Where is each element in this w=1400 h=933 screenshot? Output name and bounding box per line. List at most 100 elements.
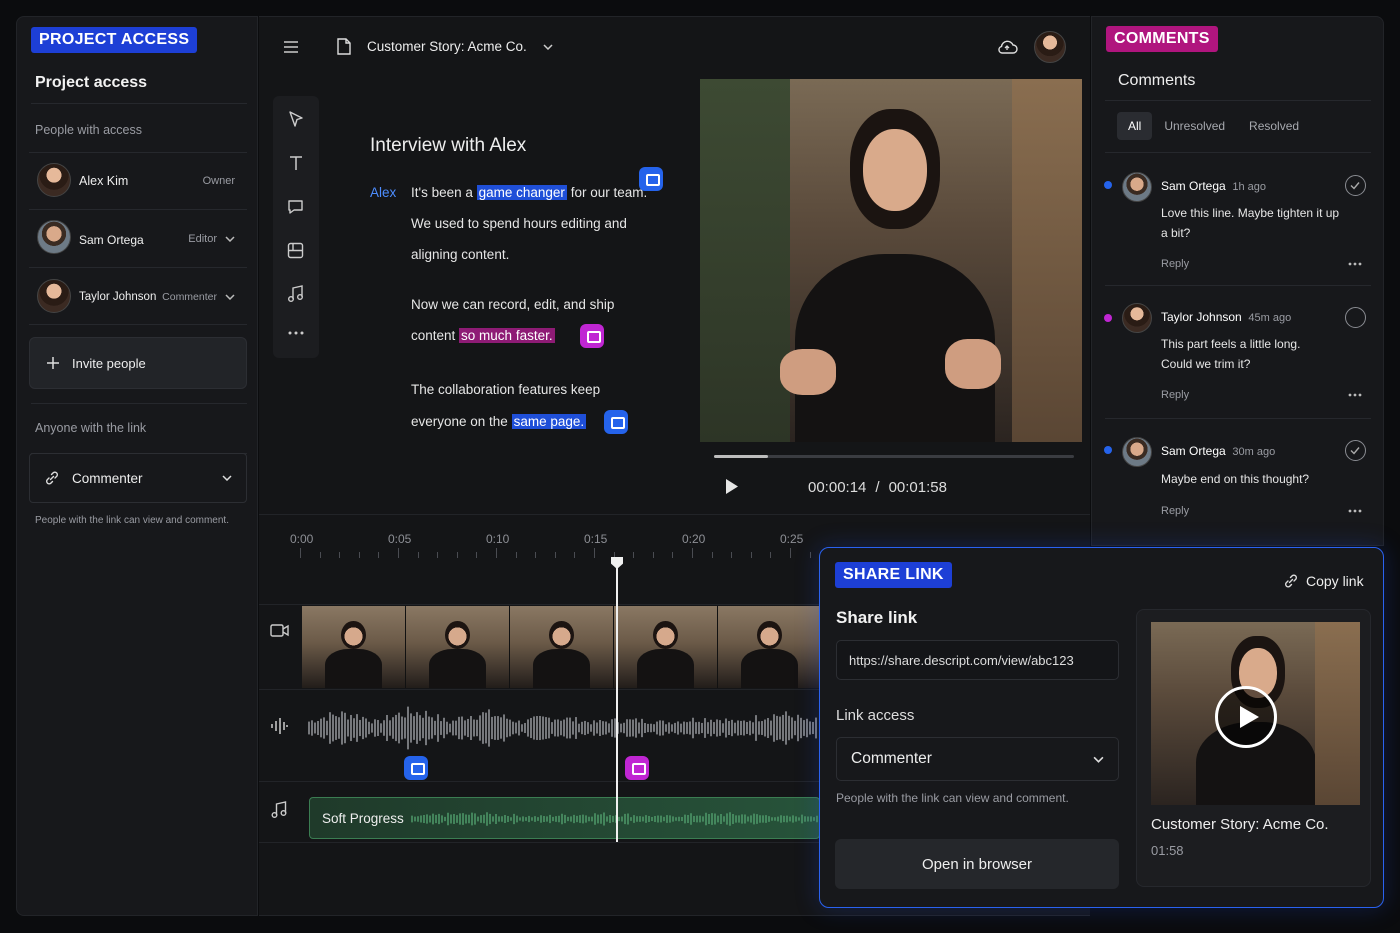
tab-unresolved[interactable]: Unresolved: [1158, 112, 1231, 140]
link-icon: [1285, 574, 1297, 588]
project-access-panel: PROJECT ACCESS Project access People wit…: [16, 16, 258, 916]
text-icon: [290, 156, 302, 170]
comment-text: Could we trim it?: [1161, 357, 1251, 371]
copy-link-button[interactable]: Copy link: [1283, 573, 1364, 589]
timeline-tick-label: 0:10: [486, 532, 510, 546]
link-role-select[interactable]: Commenter: [29, 453, 247, 503]
avatar: [1122, 303, 1152, 333]
role-dropdown[interactable]: Commenter: [162, 291, 235, 303]
hamburger-menu-button[interactable]: [283, 40, 299, 54]
resolve-button[interactable]: [1345, 175, 1366, 196]
comment-marker-icon[interactable]: [404, 756, 428, 780]
invite-people-button[interactable]: Invite people: [29, 337, 247, 389]
timeline-tick: [750, 552, 752, 558]
user-avatar[interactable]: [1034, 31, 1066, 63]
tab-all[interactable]: All: [1117, 112, 1153, 140]
music-note-icon: [271, 801, 287, 818]
music-clip[interactable]: Soft Progress: [309, 797, 820, 839]
timeline-tick: [652, 552, 654, 558]
reply-button[interactable]: Reply: [1161, 258, 1189, 270]
transcript-title: Interview with Alex: [370, 135, 527, 156]
link-header: Anyone with the link: [35, 421, 147, 435]
copy-link-label: Copy link: [1306, 573, 1364, 589]
timeline-tick: [711, 552, 713, 558]
select-tool-button[interactable]: [288, 111, 304, 128]
chevron-down-icon: [222, 475, 232, 481]
timeline-tick: [770, 552, 772, 558]
timeline-tick: [809, 552, 811, 558]
highlighted-text[interactable]: same page.: [511, 414, 587, 429]
comment-time: 45m ago: [1248, 312, 1292, 324]
chevron-down-icon: [543, 43, 553, 50]
timeline-tick: [358, 552, 360, 558]
more-options-button[interactable]: [1348, 509, 1362, 513]
role-dropdown[interactable]: Editor: [188, 233, 235, 245]
check-icon: [1350, 447, 1360, 455]
timeline-tick: [692, 548, 693, 558]
avatar: [37, 279, 71, 313]
cloud-sync-button[interactable]: [996, 39, 1018, 55]
timeline-tick-label: 0:15: [584, 532, 608, 546]
more-tools-button[interactable]: [288, 331, 304, 335]
tab-resolved[interactable]: Resolved: [1237, 112, 1311, 140]
share-note: People with the link can view and commen…: [836, 791, 1069, 805]
cloud-icon: [998, 40, 1018, 54]
speaker-label[interactable]: Alex: [370, 185, 396, 200]
audio-waveform[interactable]: [305, 700, 819, 756]
time-display: 00:00:14 / 00:01:58: [808, 479, 947, 496]
chevron-down-icon: [225, 236, 235, 242]
comment-item[interactable]: Sam Ortega 30m ago Maybe end on this tho…: [1100, 435, 1372, 525]
comment-text: Maybe end on this thought?: [1161, 472, 1310, 486]
doc-title-dropdown[interactable]: Customer Story: Acme Co.: [337, 38, 553, 55]
timeline-ruler[interactable]: 0:00 0:05 0:10 0:15 0:20 0:25: [290, 532, 820, 562]
comment-tabs: All Unresolved Resolved: [1117, 112, 1311, 140]
comment-time: 30m ago: [1232, 446, 1276, 458]
link-access-select[interactable]: Commenter: [836, 737, 1119, 781]
more-options-button[interactable]: [1348, 262, 1362, 266]
resolve-button[interactable]: [1345, 440, 1366, 461]
playhead[interactable]: [616, 558, 618, 842]
comment-marker-icon[interactable]: [639, 167, 663, 191]
transcript-paragraph[interactable]: The collaboration features keep everyone…: [411, 382, 600, 429]
comment-marker-icon[interactable]: [580, 324, 604, 348]
play-button[interactable]: [725, 478, 739, 495]
comment-marker-icon[interactable]: [625, 756, 649, 780]
preview-play-button[interactable]: [1215, 686, 1277, 748]
more-horizontal-icon: [1348, 393, 1362, 397]
reply-button[interactable]: Reply: [1161, 389, 1189, 401]
current-time: 00:00:14: [808, 479, 867, 496]
reply-button[interactable]: Reply: [1161, 505, 1189, 517]
layout-tool-button[interactable]: [287, 242, 304, 259]
timeline-tick-label: 0:20: [682, 532, 706, 546]
more-options-button[interactable]: [1348, 393, 1362, 397]
video-preview[interactable]: [700, 79, 1082, 442]
comment-tool-button[interactable]: [287, 198, 304, 215]
open-in-browser-label: Open in browser: [921, 855, 1033, 873]
comment-marker-icon[interactable]: [604, 410, 628, 434]
text-tool-button[interactable]: [288, 155, 304, 171]
music-track-name: Soft Progress: [322, 811, 404, 826]
share-preview-card[interactable]: Customer Story: Acme Co. 01:58: [1136, 609, 1371, 887]
doc-title: Customer Story: Acme Co.: [367, 39, 527, 54]
cursor-icon: [289, 111, 303, 127]
waveform-icon: [271, 718, 288, 734]
transcript-paragraph[interactable]: It's been a game changer for our team. W…: [411, 185, 647, 263]
video-track[interactable]: [302, 606, 819, 688]
video-progress-track[interactable]: [714, 455, 1074, 458]
highlighted-text[interactable]: so much faster.: [459, 328, 555, 343]
comment-item[interactable]: Sam Ortega 1h ago Love this line. Maybe …: [1100, 170, 1372, 282]
highlighted-text[interactable]: game changer: [476, 185, 567, 200]
link-access-label: Link access: [836, 707, 915, 724]
panel-title: Project access: [35, 74, 148, 91]
play-icon: [1240, 706, 1259, 728]
comment-item[interactable]: Taylor Johnson 45m ago This part feels a…: [1100, 301, 1372, 413]
link-access-value: Commenter: [851, 750, 932, 767]
share-url-field[interactable]: https://share.descript.com/view/abc123: [836, 640, 1119, 680]
open-in-browser-button[interactable]: Open in browser: [835, 839, 1119, 889]
timeline-tick: [790, 548, 791, 558]
music-tool-button[interactable]: [287, 285, 304, 303]
timeline-tick: [417, 552, 419, 558]
comment-author: Taylor Johnson: [1161, 310, 1242, 324]
resolve-button[interactable]: [1345, 307, 1366, 328]
link-role-value: Commenter: [72, 470, 143, 486]
